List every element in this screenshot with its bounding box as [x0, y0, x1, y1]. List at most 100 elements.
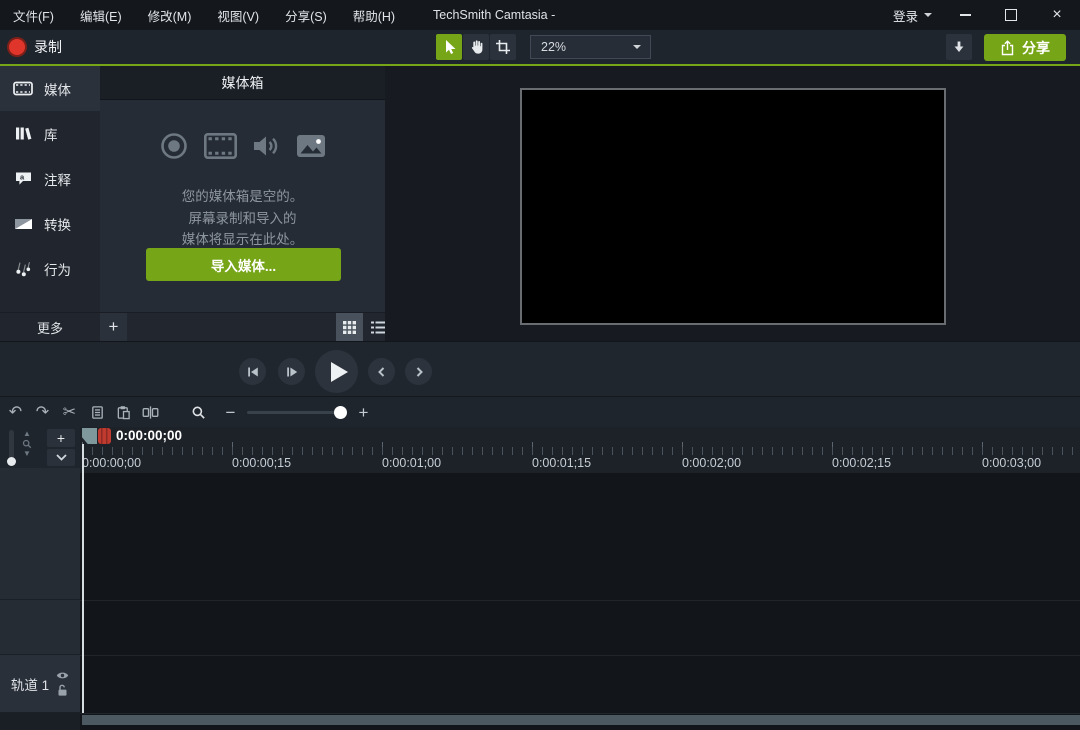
tracks-canvas[interactable]: [80, 473, 1080, 730]
login-label: 登录: [893, 6, 918, 25]
magnifier-icon: [191, 405, 206, 420]
speaker-icon: [253, 134, 280, 158]
canvas-area: [385, 66, 1080, 341]
menu-share[interactable]: 分享(S): [272, 6, 340, 25]
split-icon: [142, 405, 159, 420]
timeline: ▲ ▼ + 轨道 1: [0, 427, 1080, 730]
media-bin-bottombar: +: [100, 312, 385, 341]
undo-button[interactable]: ↶: [2, 399, 29, 426]
add-media-button[interactable]: +: [100, 313, 127, 341]
pan-tool-button[interactable]: [463, 34, 489, 60]
timeline-gutter: ▲ ▼ + 轨道 1: [0, 427, 80, 730]
record-circle-icon: [160, 132, 188, 160]
redo-button[interactable]: ↷: [29, 399, 56, 426]
ruler-label: 0:00:00;00: [82, 456, 141, 470]
copy-button[interactable]: [84, 399, 111, 426]
track-height-thumb[interactable]: [7, 457, 16, 466]
download-button[interactable]: [946, 34, 972, 60]
previous-clip-button[interactable]: [368, 358, 395, 385]
track1-label: 轨道 1: [11, 674, 49, 694]
ruler-label: 0:00:02;15: [832, 456, 891, 470]
login-button[interactable]: 登录: [883, 0, 942, 30]
select-tool-button[interactable]: [436, 34, 462, 60]
next-clip-button[interactable]: [405, 358, 432, 385]
maximize-icon: [1005, 9, 1017, 21]
ruler-labels: 0:00:00;000:00:00;150:00:01;000:00:01;15…: [80, 456, 1080, 472]
sidebar-label-transitions: 转换: [44, 214, 71, 234]
timeline-zoom-slider[interactable]: [247, 411, 343, 414]
ruler-label: 0:00:01;15: [532, 456, 591, 470]
previous-frame-icon: [247, 366, 259, 378]
minimize-button[interactable]: [942, 0, 988, 30]
play-button[interactable]: [315, 350, 358, 393]
split-button[interactable]: [137, 399, 164, 426]
sidebar-label-annotations: 注释: [44, 169, 71, 189]
maximize-button[interactable]: [988, 0, 1034, 30]
record-button[interactable]: 录制: [9, 34, 62, 60]
menu-help[interactable]: 帮助(H): [340, 6, 408, 25]
scissors-icon: ✂: [63, 405, 76, 421]
plus-icon: +: [57, 430, 65, 446]
plus-icon: +: [109, 317, 119, 337]
crop-tool-button[interactable]: [490, 34, 516, 60]
sidebar-item-behaviors[interactable]: 行为: [0, 246, 100, 291]
ruler-minor-ticks: [82, 447, 1080, 455]
playhead-line[interactable]: [82, 444, 84, 713]
timeline-zoom-thumb[interactable]: [334, 406, 347, 419]
paste-button[interactable]: [110, 399, 137, 426]
film-icon: [204, 133, 237, 159]
grid-view-button[interactable]: [336, 313, 363, 341]
minus-icon: −: [226, 403, 236, 423]
sidebar: 媒体 库 a 注释 转换: [0, 66, 100, 341]
ruler-label: 0:00:02;00: [682, 456, 741, 470]
minimize-icon: [960, 14, 971, 16]
track-divider: [80, 600, 1080, 601]
step-forward-button[interactable]: [278, 358, 305, 385]
crop-icon: [495, 39, 511, 55]
timeline-ruler[interactable]: 0:00:00;000:00:00;150:00:01;000:00:01;15…: [80, 427, 1080, 473]
sidebar-item-transitions[interactable]: 转换: [0, 201, 100, 246]
preview-canvas[interactable]: [520, 88, 946, 325]
sidebar-item-media[interactable]: 媒体: [0, 66, 100, 111]
menu-modify[interactable]: 修改(M): [135, 6, 205, 25]
timeline-zoom-out-button[interactable]: −: [217, 399, 244, 426]
download-icon: [952, 40, 966, 54]
timeline-zoom-in-button[interactable]: +: [350, 399, 377, 426]
close-button[interactable]: ×: [1034, 0, 1080, 30]
sidebar-item-library[interactable]: 库: [0, 111, 100, 156]
ruler-label: 0:00:03;00: [982, 456, 1041, 470]
track-zoom-control[interactable]: ▲ ▼: [21, 430, 33, 458]
import-media-label: 导入媒体...: [211, 255, 276, 275]
menu-view[interactable]: 视图(V): [204, 6, 272, 25]
menu-edit[interactable]: 编辑(E): [67, 6, 135, 25]
track-options-button[interactable]: [47, 449, 75, 466]
record-label: 录制: [34, 37, 62, 57]
sidebar-item-annotations[interactable]: a 注释: [0, 156, 100, 201]
playhead-marker[interactable]: [98, 428, 111, 444]
import-media-button[interactable]: 导入媒体...: [146, 248, 341, 281]
horizontal-scrollbar[interactable]: [82, 715, 1080, 725]
add-track-button[interactable]: +: [47, 429, 75, 447]
media-bin-panel: 媒体箱 您的媒体箱是空的。 屏幕录制和导入的 媒体将显示在此处。 导入媒体...: [100, 66, 385, 341]
cut-button[interactable]: ✂: [56, 399, 83, 426]
unlock-icon[interactable]: [57, 684, 68, 696]
share-icon: [1000, 40, 1015, 56]
menu-file[interactable]: 文件(F): [0, 6, 67, 25]
eye-icon[interactable]: [56, 671, 69, 680]
gutter-bottom: [0, 713, 80, 730]
track-height-slider[interactable]: [9, 430, 14, 464]
record-icon: [9, 39, 25, 55]
sidebar-more-label: 更多: [37, 318, 63, 337]
previous-frame-button[interactable]: [239, 358, 266, 385]
track1-header[interactable]: 轨道 1: [0, 655, 80, 713]
timeline-zoom-button[interactable]: [185, 399, 212, 426]
sidebar-label-behaviors: 行为: [44, 259, 71, 279]
empty-track-header: [0, 468, 80, 600]
empty-track-header: [0, 600, 80, 655]
share-button[interactable]: 分享: [984, 34, 1066, 61]
step-forward-icon: [286, 366, 298, 378]
camtasia-window: 文件(F) 编辑(E) 修改(M) 视图(V) 分享(S) 帮助(H) Tech…: [0, 0, 1080, 730]
redo-icon: ↷: [36, 405, 49, 421]
canvas-zoom-select[interactable]: 22%: [530, 35, 651, 59]
sidebar-more-button[interactable]: 更多: [0, 312, 100, 341]
